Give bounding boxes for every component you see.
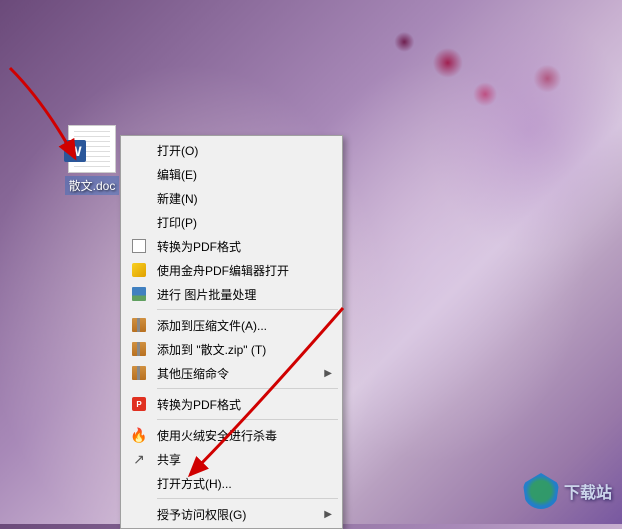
menu-separator xyxy=(157,388,338,389)
menu-label: 添加到 "散文.zip" (T) xyxy=(157,341,332,358)
word-badge: W xyxy=(64,140,86,162)
blank-icon xyxy=(129,475,149,491)
archive-icon xyxy=(129,341,149,357)
menu-label: 授予访问权限(G) xyxy=(157,506,318,523)
menu-huorong-scan[interactable]: 🔥 使用火绒安全进行杀毒 xyxy=(123,423,340,447)
menu-add-zip[interactable]: 添加到 "散文.zip" (T) xyxy=(123,337,340,361)
menu-print[interactable]: 打印(P) xyxy=(123,210,340,234)
menu-other-archive[interactable]: 其他压缩命令 ▶ xyxy=(123,361,340,385)
pdf-app-icon: P xyxy=(129,396,149,412)
menu-convert-pdf[interactable]: 转换为PDF格式 xyxy=(123,234,340,258)
menu-jinshou-pdf[interactable]: 使用金舟PDF编辑器打开 xyxy=(123,258,340,282)
menu-new[interactable]: 新建(N) xyxy=(123,186,340,210)
share-icon: ↗ xyxy=(129,451,149,467)
menu-grant-access[interactable]: 授予访问权限(G) ▶ xyxy=(123,502,340,526)
menu-share[interactable]: ↗ 共享 xyxy=(123,447,340,471)
menu-label: 新建(N) xyxy=(157,190,332,207)
menu-label: 进行 图片批量处理 xyxy=(157,286,332,303)
watermark-logo-icon xyxy=(523,473,559,509)
menu-label: 转换为PDF格式 xyxy=(157,396,332,413)
menu-label: 编辑(E) xyxy=(157,166,332,183)
menu-label: 共享 xyxy=(157,451,332,468)
file-label: 散文.doc xyxy=(65,176,120,195)
chevron-right-icon: ▶ xyxy=(324,509,332,520)
menu-label: 打印(P) xyxy=(157,214,332,231)
menu-separator xyxy=(157,309,338,310)
menu-edit[interactable]: 编辑(E) xyxy=(123,162,340,186)
menu-separator xyxy=(157,419,338,420)
archive-icon xyxy=(129,365,149,381)
blank-icon xyxy=(129,506,149,522)
menu-label: 其他压缩命令 xyxy=(157,365,318,382)
menu-open-with[interactable]: 打开方式(H)... xyxy=(123,471,340,495)
blank-icon xyxy=(129,166,149,182)
blank-icon xyxy=(129,142,149,158)
menu-label: 添加到压缩文件(A)... xyxy=(157,317,332,334)
menu-open[interactable]: 打开(O) xyxy=(123,138,340,162)
menu-separator xyxy=(157,498,338,499)
menu-label: 打开(O) xyxy=(157,142,332,159)
word-document-icon: W xyxy=(68,125,116,173)
blank-icon xyxy=(129,190,149,206)
gold-pdf-icon xyxy=(129,262,149,278)
image-batch-icon xyxy=(129,286,149,302)
context-menu: 打开(O) 编辑(E) 新建(N) 打印(P) 转换为PDF格式 使用金舟PDF… xyxy=(120,135,343,529)
blank-icon xyxy=(129,214,149,230)
watermark-text: 下载站 xyxy=(564,479,612,503)
archive-icon xyxy=(129,317,149,333)
document-icon xyxy=(129,238,149,254)
menu-label: 打开方式(H)... xyxy=(157,475,332,492)
menu-label: 使用火绒安全进行杀毒 xyxy=(157,427,332,444)
watermark: 下载站 xyxy=(523,473,612,509)
menu-image-batch[interactable]: 进行 图片批量处理 xyxy=(123,282,340,306)
huorong-icon: 🔥 xyxy=(129,427,149,443)
desktop-file-icon[interactable]: W 散文.doc xyxy=(58,125,126,195)
menu-pdf-app[interactable]: P 转换为PDF格式 xyxy=(123,392,340,416)
menu-label: 使用金舟PDF编辑器打开 xyxy=(157,262,332,279)
menu-add-archive[interactable]: 添加到压缩文件(A)... xyxy=(123,313,340,337)
chevron-right-icon: ▶ xyxy=(324,368,332,379)
menu-label: 转换为PDF格式 xyxy=(157,238,332,255)
